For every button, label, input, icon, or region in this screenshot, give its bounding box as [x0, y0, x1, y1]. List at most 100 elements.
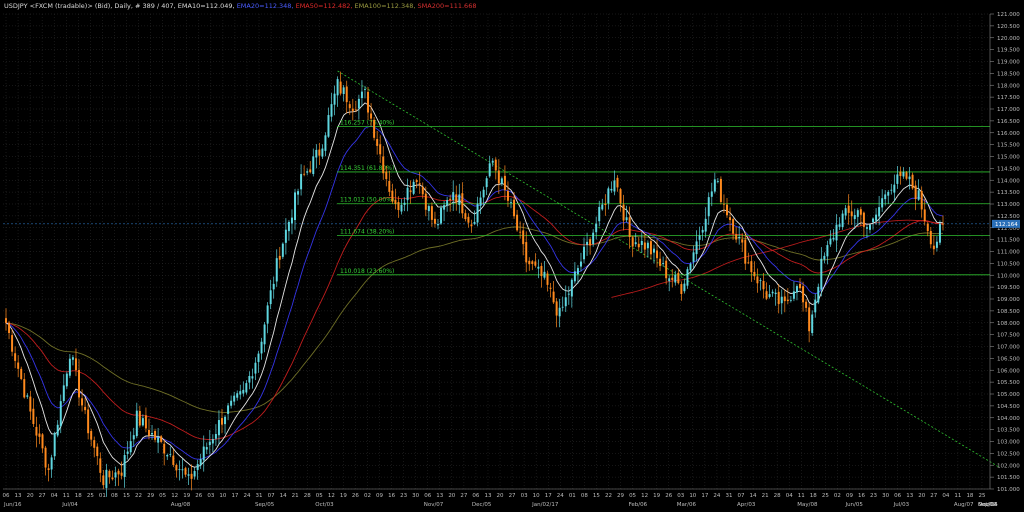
- x-tick-label: 05: [159, 493, 166, 499]
- candle-body: [844, 208, 847, 216]
- candle-body: [780, 296, 783, 304]
- x-tick-label: 19: [183, 493, 190, 499]
- candle-body: [875, 214, 878, 221]
- candle-body: [324, 135, 327, 151]
- candle-body: [704, 218, 707, 232]
- x-tick-label: 31: [256, 493, 263, 499]
- candle-body: [184, 468, 187, 475]
- y-tick-label: 116.500: [997, 119, 1020, 125]
- y-tick-label: 103.000: [997, 440, 1020, 446]
- candle-body: [452, 192, 455, 201]
- candle-body: [543, 271, 546, 278]
- candle-body: [29, 396, 32, 412]
- x-tick-label: 29: [617, 493, 624, 499]
- y-tick-label: 118.500: [997, 71, 1020, 77]
- price-chart[interactable]: 116.257 (76.40%)114.351 (61.80%)113.012 …: [0, 0, 1024, 512]
- candle-body: [668, 278, 671, 282]
- y-tick-label: 115.500: [997, 143, 1020, 149]
- candle-body: [379, 144, 382, 155]
- x-month-label: Jul/04: [61, 502, 78, 508]
- candle-body: [726, 204, 728, 216]
- x-tick-label: 31: [725, 493, 732, 499]
- candle-body: [394, 199, 397, 204]
- candle-body: [214, 434, 217, 439]
- candle-body: [418, 183, 421, 185]
- candle-body: [747, 262, 750, 264]
- candle-body: [160, 436, 163, 442]
- candle-body: [251, 376, 254, 379]
- candle-body: [433, 218, 436, 224]
- x-tick-label: 19: [340, 493, 347, 499]
- candle-body: [643, 242, 646, 250]
- x-tick-label: 13: [484, 493, 491, 499]
- candle-body: [178, 469, 181, 470]
- candle-body: [558, 307, 561, 317]
- x-tick-label: 24: [713, 493, 720, 499]
- candle-body: [376, 139, 379, 146]
- candle-body: [318, 149, 321, 156]
- candle-body: [333, 93, 336, 105]
- x-tick-label: 30: [412, 493, 419, 499]
- y-tick-label: 117.000: [997, 107, 1020, 113]
- y-tick-label: 106.000: [997, 368, 1020, 374]
- candle-body: [397, 201, 400, 211]
- candle-body: [294, 192, 296, 221]
- candle-body: [123, 455, 126, 477]
- candle-body: [87, 409, 90, 434]
- candle-body: [878, 207, 881, 217]
- candle-body: [35, 426, 38, 436]
- candle-body: [427, 206, 430, 212]
- x-tick-label: 21: [762, 493, 769, 499]
- candle-body: [470, 224, 473, 227]
- x-tick-label: 26: [665, 493, 672, 499]
- y-tick-label: 115.000: [997, 155, 1020, 161]
- candle-body: [430, 206, 433, 220]
- x-tick-label: 06: [3, 493, 10, 499]
- candle-body: [671, 277, 674, 280]
- candle-body: [622, 204, 625, 221]
- candle-body: [653, 248, 655, 253]
- candle-body: [196, 464, 199, 470]
- candle-body: [595, 223, 598, 233]
- y-tick-label: 112.500: [997, 214, 1020, 220]
- candle-body: [446, 200, 449, 206]
- candle-body: [759, 280, 762, 281]
- candle-body: [403, 202, 406, 205]
- x-month-label: Mar/06: [677, 502, 697, 508]
- header-symbol: USDJPY <FXCM (tradable)> (Bid), Daily, #…: [4, 2, 235, 10]
- candle-body: [902, 172, 905, 177]
- candle-body: [701, 229, 704, 233]
- candle-body: [604, 204, 607, 206]
- candle-body: [683, 283, 686, 292]
- candle-body: [735, 234, 738, 240]
- candle-body: [157, 437, 160, 443]
- candle-body: [497, 170, 500, 184]
- x-tick-label: 13: [436, 493, 443, 499]
- candle-body: [686, 269, 689, 286]
- y-tick-label: 110.500: [997, 261, 1020, 267]
- candle-body: [56, 424, 59, 436]
- candle-body: [135, 410, 138, 437]
- candle-body: [300, 174, 303, 190]
- candle-body: [510, 201, 512, 203]
- x-month-label: Oct/03: [315, 502, 334, 508]
- candle-body: [789, 299, 792, 301]
- x-tick-label: 17: [701, 493, 708, 499]
- y-tick-label: 111.500: [997, 238, 1020, 244]
- candle-body: [5, 318, 7, 323]
- candle-body: [217, 420, 220, 436]
- candle-body: [850, 211, 853, 217]
- candle-body: [211, 439, 214, 444]
- candle-body: [440, 207, 443, 224]
- candle-body: [84, 406, 87, 411]
- x-tick-label: 04: [942, 493, 949, 499]
- candle-body: [546, 273, 549, 285]
- candle-body: [367, 91, 370, 113]
- candle-body: [187, 474, 190, 476]
- candle-body: [674, 274, 677, 283]
- candle-body: [802, 286, 805, 303]
- candle-body: [899, 171, 902, 177]
- y-tick-label: 101.000: [997, 487, 1020, 493]
- candle-body: [363, 89, 366, 90]
- candle-body: [400, 204, 403, 212]
